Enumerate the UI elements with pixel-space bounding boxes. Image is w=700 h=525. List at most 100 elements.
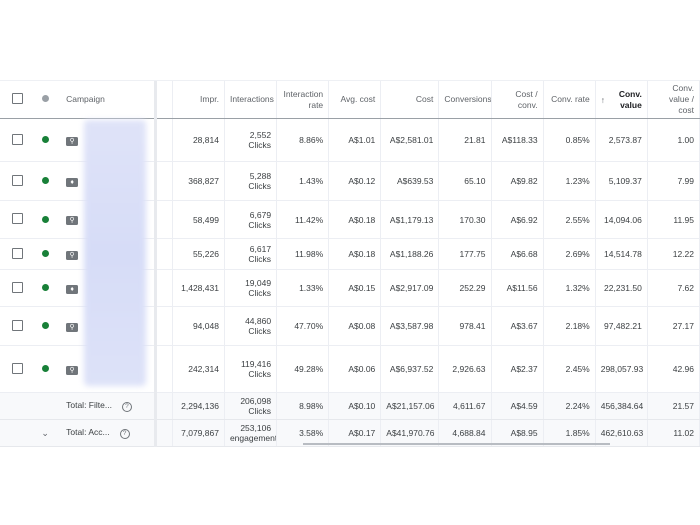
cell-cost: A$2,581.01 bbox=[380, 118, 440, 162]
header-cost[interactable]: Cost bbox=[380, 81, 440, 119]
cell-interaction-rate: 47.70% bbox=[276, 306, 330, 346]
cell-conversions: 177.75 bbox=[438, 238, 492, 270]
tag-icon: ♦ bbox=[66, 284, 79, 294]
header-row: Campaign Impr. Interactions Interaction … bbox=[0, 81, 700, 119]
chevron-down-icon[interactable]: ⌄ bbox=[41, 428, 49, 438]
cell-avg-cost: A$0.10 bbox=[328, 392, 382, 420]
header-avg-cost[interactable]: Avg. cost bbox=[328, 81, 382, 119]
row-checkbox[interactable] bbox=[11, 133, 23, 145]
status-enabled-icon[interactable] bbox=[41, 365, 49, 372]
header-interaction-rate[interactable]: Interaction rate bbox=[276, 81, 330, 119]
cell-cost-conv: A$118.33 bbox=[491, 118, 544, 162]
cell-conv-value-cost: 1.00 bbox=[647, 118, 700, 162]
cell-conv-value-cost: 11.02 bbox=[647, 419, 700, 447]
row-checkbox[interactable] bbox=[11, 362, 23, 374]
cell-conv-value: 298,057.93 bbox=[595, 345, 648, 393]
cell-cost-conv: A$3.67 bbox=[491, 306, 544, 346]
search-icon: ⚲ bbox=[66, 365, 79, 375]
redacted-campaign-names bbox=[84, 120, 146, 386]
total-label: Total: Acc... bbox=[66, 427, 110, 437]
cell-interactions: 19,049 Clicks bbox=[224, 269, 278, 307]
header-conv-rate[interactable]: Conv. rate bbox=[543, 81, 596, 119]
cell-conversions: 978.41 bbox=[438, 306, 492, 346]
cell-cost: A$6,937.52 bbox=[380, 345, 440, 393]
cell-conv-value: 14,514.78 bbox=[595, 238, 648, 270]
row-checkbox[interactable] bbox=[11, 319, 23, 331]
status-enabled-icon[interactable] bbox=[41, 250, 49, 257]
horizontal-scrollbar[interactable] bbox=[303, 443, 610, 445]
row-checkbox[interactable] bbox=[11, 213, 23, 224]
cell-conv-rate: 2.18% bbox=[543, 306, 596, 346]
search-icon: ⚲ bbox=[66, 250, 79, 260]
cell-avg-cost: A$0.15 bbox=[328, 269, 382, 307]
row-checkbox[interactable] bbox=[11, 281, 23, 293]
cell-interaction-rate: 1.33% bbox=[276, 269, 330, 307]
header-conversions[interactable]: Conversions bbox=[438, 81, 492, 119]
cell-avg-cost: A$0.06 bbox=[328, 345, 382, 393]
row-checkbox[interactable] bbox=[11, 174, 23, 186]
cell-conversions: 65.10 bbox=[438, 161, 492, 201]
cell-avg-cost: A$0.18 bbox=[328, 238, 382, 270]
cell-conversions: 170.30 bbox=[438, 200, 492, 239]
cell-impr: 94,048 bbox=[172, 306, 225, 346]
cell-avg-cost: A$0.08 bbox=[328, 306, 382, 346]
row-checkbox[interactable] bbox=[11, 247, 23, 259]
cell-conv-rate: 2.69% bbox=[543, 238, 596, 270]
cell-interactions: 253,106 engagements bbox=[224, 419, 278, 447]
status-header-icon[interactable] bbox=[41, 95, 49, 102]
cell-conv-value: 456,384.64 bbox=[595, 392, 648, 420]
cell-cost: A$1,188.26 bbox=[380, 238, 440, 270]
cell-avg-cost: A$0.12 bbox=[328, 161, 382, 201]
cell-interaction-rate: 49.28% bbox=[276, 345, 330, 393]
cell-conv-value: 22,231.50 bbox=[595, 269, 648, 307]
cell-cost-conv: A$9.82 bbox=[491, 161, 544, 201]
cell-conv-rate: 2.24% bbox=[543, 392, 596, 420]
cell-interaction-rate: 1.43% bbox=[276, 161, 330, 201]
header-interactions[interactable]: Interactions bbox=[224, 81, 278, 119]
select-all-checkbox[interactable] bbox=[11, 92, 23, 104]
cell-avg-cost: A$1.01 bbox=[328, 118, 382, 162]
header-cost-conv[interactable]: Cost / conv. bbox=[491, 81, 544, 119]
cell-impr: 242,314 bbox=[172, 345, 225, 393]
header-campaign[interactable]: Campaign bbox=[56, 81, 157, 119]
search-icon: ⚲ bbox=[66, 136, 79, 146]
cell-conversions: 2,926.63 bbox=[438, 345, 492, 393]
cell-impr: 28,814 bbox=[172, 118, 225, 162]
cell-interactions: 2,552 Clicks bbox=[224, 118, 278, 162]
cell-conv-value-cost: 27.17 bbox=[647, 306, 700, 346]
status-enabled-icon[interactable] bbox=[41, 215, 49, 223]
cell-conv-rate: 0.85% bbox=[543, 118, 596, 162]
cell-interactions: 5,288 Clicks bbox=[224, 161, 278, 201]
cell-conversions: 4,611.67 bbox=[438, 392, 492, 420]
cell-conv-rate: 1.32% bbox=[543, 269, 596, 307]
status-enabled-icon[interactable] bbox=[41, 322, 49, 329]
cell-conv-value: 2,573.87 bbox=[595, 118, 648, 162]
status-enabled-icon[interactable] bbox=[41, 136, 49, 143]
cell-interactions: 119,416 Clicks bbox=[224, 345, 278, 393]
cell-avg-cost: A$0.18 bbox=[328, 200, 382, 239]
cell-interactions: 206,098 Clicks bbox=[224, 392, 278, 420]
cell-impr: 1,428,431 bbox=[172, 269, 225, 307]
cell-conv-value-cost: 21.57 bbox=[647, 392, 700, 420]
cell-conv-value-cost: 12.22 bbox=[647, 238, 700, 270]
help-icon[interactable]: ? bbox=[121, 402, 132, 412]
header-impr[interactable]: Impr. bbox=[172, 81, 225, 119]
cell-cost-conv: A$6.92 bbox=[491, 200, 544, 239]
cell-cost-conv: A$6.68 bbox=[491, 238, 544, 270]
header-conv-value-cost[interactable]: Conv. value / cost bbox=[647, 81, 700, 119]
cell-cost: A$1,179.13 bbox=[380, 200, 440, 239]
status-enabled-icon[interactable] bbox=[41, 177, 49, 184]
cell-cost-conv: A$4.59 bbox=[491, 392, 544, 420]
status-enabled-icon[interactable] bbox=[41, 284, 49, 291]
cell-impr: 55,226 bbox=[172, 238, 225, 270]
help-icon[interactable]: ? bbox=[119, 429, 130, 439]
header-conv-value[interactable]: ↑ Conv. value bbox=[595, 81, 648, 119]
cell-conv-rate: 1.23% bbox=[543, 161, 596, 201]
cell-conv-value-cost: 42.96 bbox=[647, 345, 700, 393]
cell-cost-conv: A$11.56 bbox=[491, 269, 544, 307]
cell-interactions: 6,679 Clicks bbox=[224, 200, 278, 239]
cell-conv-value: 97,482.21 bbox=[595, 306, 648, 346]
cell-cost: A$2,917.09 bbox=[380, 269, 440, 307]
cell-conv-value-cost: 7.62 bbox=[647, 269, 700, 307]
cell-cost: A$21,157.06 bbox=[380, 392, 440, 420]
